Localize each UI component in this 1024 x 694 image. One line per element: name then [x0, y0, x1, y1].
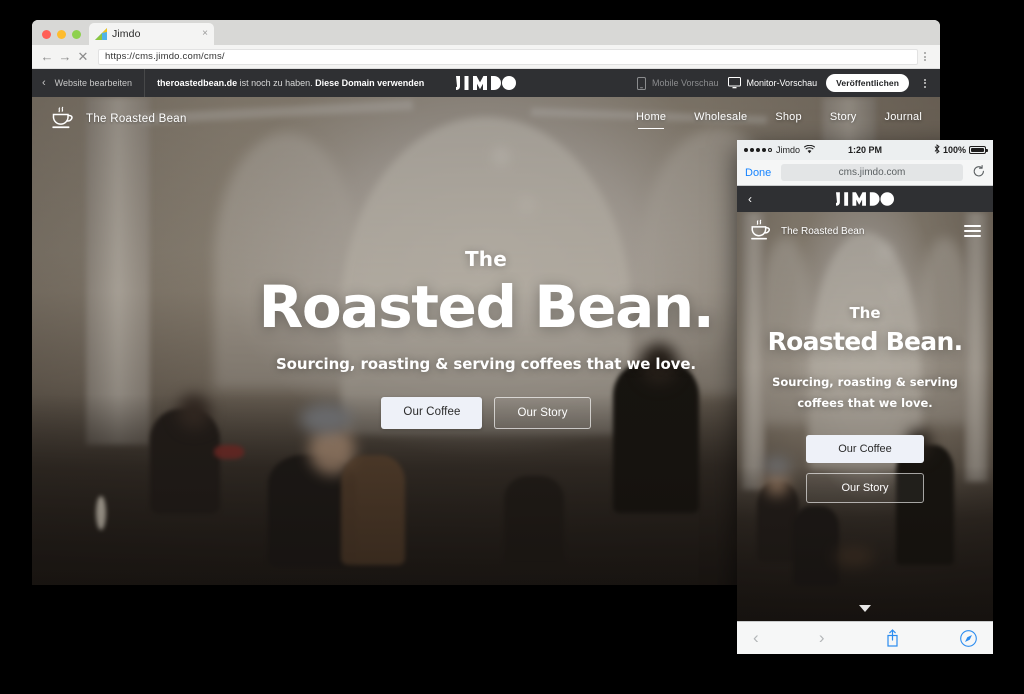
jimdo-logo-icon	[456, 76, 516, 90]
editor-back-icon[interactable]: ‹	[32, 77, 55, 89]
reload-icon[interactable]	[973, 164, 985, 181]
site-brand-name: The Roasted Bean	[86, 113, 187, 125]
edit-website-label[interactable]: Website bearbeiten	[55, 69, 146, 97]
phone-icon	[637, 76, 646, 90]
hero-kicker: The	[464, 246, 508, 271]
mobile-scroll-down-icon[interactable]	[859, 605, 871, 612]
browser-tab[interactable]: Jimdo ×	[89, 23, 214, 45]
minimize-window-button[interactable]	[57, 30, 66, 39]
mobile-hero-kicker: The	[849, 304, 881, 323]
nav-item-shop[interactable]: Shop	[775, 111, 802, 127]
site-header: The Roasted Bean Home Wholesale Shop Sto…	[32, 97, 940, 141]
monitor-preview-button[interactable]: Monitor-Vorschau	[727, 77, 818, 89]
monitor-icon	[727, 77, 741, 89]
mobile-preview-label: Mobile Vorschau	[652, 78, 719, 88]
stop-icon[interactable]: ✕	[74, 50, 92, 63]
coffee-cup-icon	[50, 106, 76, 132]
screenshot-stage: Jimdo × ← → ✕ https://cms.jimdo.com/cms/…	[0, 0, 1024, 694]
site-navigation: Home Wholesale Shop Story Journal	[636, 111, 922, 129]
share-icon[interactable]	[885, 629, 900, 647]
mobile-site-header: The Roasted Bean	[737, 212, 993, 250]
nav-item-home[interactable]: Home	[636, 111, 666, 129]
nav-item-story[interactable]: Story	[830, 111, 857, 127]
nav-item-journal[interactable]: Journal	[885, 111, 922, 127]
browser-url-bar: ← → ✕ https://cms.jimdo.com/cms/	[32, 45, 940, 69]
browser-tab-title: Jimdo	[112, 28, 141, 40]
mobile-hero-buttons: Our Coffee Our Story	[806, 434, 924, 503]
safari-compass-icon[interactable]	[960, 629, 977, 647]
mobile-site-brand[interactable]: The Roasted Bean	[749, 219, 864, 243]
battery-percent-label: 100%	[942, 145, 966, 155]
hero-title: Roasted Bean.	[258, 272, 715, 341]
nav-item-wholesale[interactable]: Wholesale	[694, 111, 747, 127]
mobile-hero-subtitle: Sourcing, roasting & serving coffees tha…	[772, 372, 958, 412]
mobile-hero-title: Roasted Bean.	[767, 327, 963, 357]
browser-tab-strip: Jimdo ×	[32, 20, 940, 45]
jimdo-favicon-icon	[95, 28, 107, 40]
maximize-window-button[interactable]	[72, 30, 81, 39]
monitor-preview-label: Monitor-Vorschau	[746, 78, 818, 88]
mobile-hero-content: The Roasted Bean. Sourcing, roasting & s…	[737, 212, 993, 621]
forward-icon[interactable]: →	[56, 50, 74, 63]
back-icon[interactable]: ←	[38, 50, 56, 63]
ios-status-right: 100%	[934, 144, 988, 156]
use-domain-link[interactable]: Diese Domain verwenden	[315, 78, 424, 88]
window-traffic-lights	[32, 30, 89, 45]
mobile-our-coffee-button[interactable]: Our Coffee	[806, 434, 924, 463]
site-brand[interactable]: The Roasted Bean	[50, 106, 187, 132]
editor-overflow-icon[interactable]	[918, 78, 932, 88]
mobile-hero-subtitle-line2: coffees that we love.	[797, 395, 933, 410]
ios-bottom-toolbar: ‹ ›	[737, 621, 993, 654]
mobile-site-brand-name: The Roasted Bean	[781, 225, 865, 237]
mobile-site-hero: The Roasted Bean The Roasted Bean. Sourc…	[737, 212, 993, 621]
coffee-cup-icon	[749, 219, 773, 243]
hero-buttons: Our Coffee Our Story	[381, 397, 591, 430]
close-tab-icon[interactable]: ×	[202, 29, 208, 39]
our-story-button[interactable]: Our Story	[494, 397, 591, 430]
safari-forward-icon[interactable]: ›	[819, 628, 825, 648]
close-window-button[interactable]	[42, 30, 51, 39]
editor-toolbar-right: Mobile Vorschau Monitor-Vorschau Veröffe…	[637, 73, 940, 93]
hamburger-icon[interactable]	[964, 225, 981, 237]
hero-subtitle: Sourcing, roasting & serving coffees tha…	[275, 355, 697, 374]
jimdo-editor-toolbar: ‹ Website bearbeiten theroastedbean.de i…	[32, 69, 940, 97]
mobile-our-story-button[interactable]: Our Story	[806, 472, 924, 503]
mobile-preview-window: Jimdo 1:20 PM 100% Done cms.jimdo.com ‹	[737, 140, 993, 656]
browser-menu-icon[interactable]	[918, 52, 932, 61]
url-input[interactable]: https://cms.jimdo.com/cms/	[98, 48, 918, 65]
our-coffee-button[interactable]: Our Coffee	[381, 397, 483, 430]
mobile-hero-subtitle-line1: Sourcing, roasting & serving	[772, 375, 958, 390]
publish-button[interactable]: Veröffentlichen	[826, 73, 909, 93]
mobile-preview-button[interactable]: Mobile Vorschau	[637, 76, 719, 90]
domain-text: ist noch zu haben.	[237, 78, 316, 88]
domain-suggestion: theroastedbean.de ist noch zu haben. Die…	[145, 78, 424, 88]
battery-icon	[969, 146, 988, 154]
domain-name: theroastedbean.de	[157, 78, 238, 88]
safari-back-icon[interactable]: ‹	[753, 628, 759, 648]
